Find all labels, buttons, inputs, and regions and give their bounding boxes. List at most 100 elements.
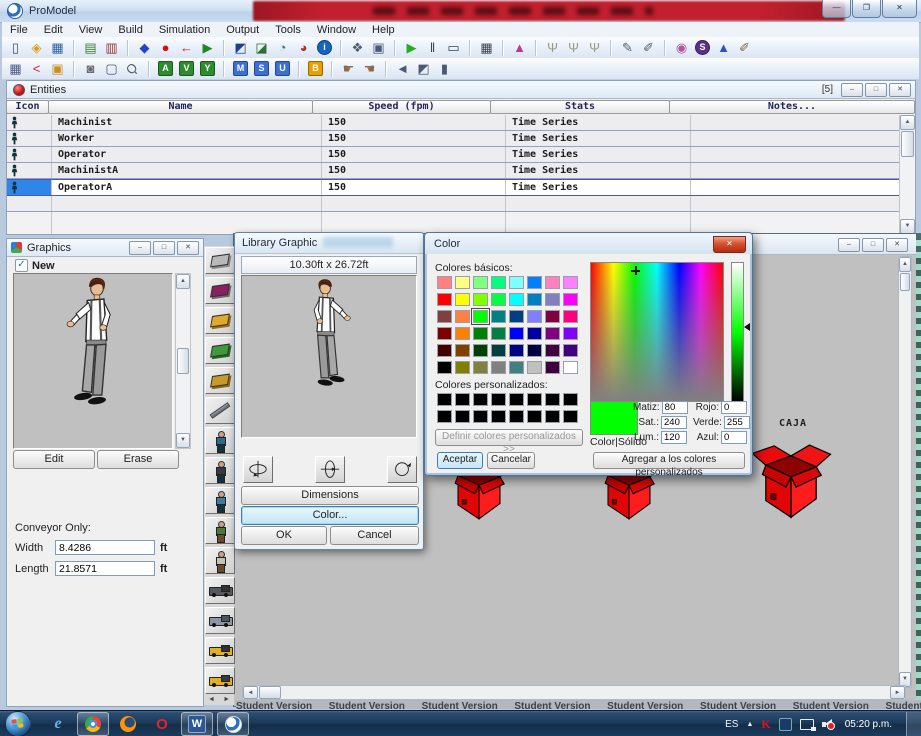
- scroll-up-button[interactable]: ▲: [176, 274, 190, 289]
- word-icon[interactable]: W: [181, 712, 213, 736]
- basic-color-swatch[interactable]: [491, 276, 506, 289]
- custom-color-swatch[interactable]: [563, 393, 578, 406]
- scroll-right-button[interactable]: ►: [890, 686, 905, 699]
- scroll-up-button[interactable]: ▲: [899, 257, 911, 272]
- rod-graphic-button[interactable]: [205, 397, 235, 424]
- graphics-preview-scrollbar[interactable]: ▲ ▼: [175, 273, 191, 449]
- basic-color-swatch[interactable]: [471, 308, 490, 325]
- basic-color-swatch[interactable]: [491, 327, 506, 340]
- forklift-graphic-button[interactable]: [205, 667, 235, 694]
- arrivals-icon[interactable]: ◪: [252, 39, 271, 57]
- basic-color-swatch[interactable]: [527, 310, 542, 323]
- column-header-icon[interactable]: Icon: [6, 100, 49, 114]
- table-cell[interactable]: Operator: [52, 147, 322, 162]
- graphic-preview[interactable]: [13, 273, 173, 449]
- entity-row-icon[interactable]: [7, 115, 52, 130]
- minimize-button[interactable]: —: [822, 0, 851, 18]
- pickup-graphic-button[interactable]: [205, 607, 235, 634]
- bills-of-material-icon[interactable]: B: [306, 60, 325, 78]
- pointer-tool-icon[interactable]: Ψ: [543, 39, 562, 57]
- length-input[interactable]: [55, 561, 155, 576]
- run-simulation-icon[interactable]: ▶: [402, 39, 421, 57]
- table-cell[interactable]: 150: [322, 147, 506, 162]
- zoom-to-fit-icon[interactable]: ▮: [435, 60, 454, 78]
- tile-windows-icon[interactable]: ◩: [414, 60, 433, 78]
- graphics-minimize-button[interactable]: –: [129, 240, 151, 255]
- custom-color-swatch[interactable]: [509, 393, 524, 406]
- custom-color-swatch[interactable]: [527, 393, 542, 406]
- basic-color-swatch[interactable]: [509, 361, 524, 374]
- table-row[interactable]: Machinist 150 Time Series: [7, 115, 899, 131]
- table-cell[interactable]: [506, 212, 691, 234]
- locations-icon[interactable]: ◆: [135, 39, 154, 57]
- graphics-titlebar[interactable]: Graphics – □ ✕: [7, 239, 203, 257]
- basic-color-swatch[interactable]: [473, 344, 488, 357]
- worker-dark-graphic-button[interactable]: [205, 457, 235, 484]
- arrays-icon[interactable]: Y: [198, 60, 217, 78]
- rotate-z-button[interactable]: [387, 456, 417, 483]
- dimensions-button[interactable]: Dimensions: [241, 486, 419, 505]
- carrier-box-graphic-button[interactable]: [205, 517, 235, 544]
- library-graphic-titlebar[interactable]: Library Graphic: [235, 233, 423, 254]
- table-cell[interactable]: MachinistA: [52, 163, 322, 178]
- menu-item-simulation[interactable]: Simulation: [151, 24, 218, 36]
- basic-color-swatch[interactable]: [509, 293, 524, 306]
- open-folder-icon[interactable]: ▣: [48, 60, 67, 78]
- rgb-input-rojo[interactable]: [721, 401, 747, 414]
- resources-icon[interactable]: ▶: [198, 39, 217, 57]
- width-input[interactable]: [55, 540, 155, 555]
- table-cell[interactable]: [7, 212, 52, 234]
- table-cell[interactable]: Time Series: [506, 115, 691, 130]
- table-row[interactable]: [7, 212, 899, 234]
- table-cell[interactable]: Machinist: [52, 115, 322, 130]
- custom-color-swatch[interactable]: [491, 393, 506, 406]
- basic-color-swatch[interactable]: [545, 361, 560, 374]
- chrome-icon[interactable]: [77, 712, 109, 736]
- basic-color-swatch[interactable]: [563, 361, 578, 374]
- table-cell[interactable]: 150: [322, 180, 506, 195]
- user-distributions-icon[interactable]: U: [273, 60, 292, 78]
- basic-color-swatch[interactable]: [473, 276, 488, 289]
- scroll-thumb[interactable]: [901, 131, 914, 157]
- menu-item-output[interactable]: Output: [218, 24, 267, 36]
- table-cell[interactable]: [691, 147, 899, 162]
- scenario-manager-icon[interactable]: ▣: [369, 39, 388, 57]
- rgb-input-azul[interactable]: [721, 431, 747, 444]
- table-row[interactable]: Operator 150 Time Series: [7, 147, 899, 163]
- basic-color-swatch[interactable]: [437, 327, 452, 340]
- basic-color-swatch[interactable]: [509, 310, 524, 323]
- menu-item-tools[interactable]: Tools: [267, 24, 309, 36]
- ok-button[interactable]: OK: [241, 526, 327, 545]
- promodel-taskbar-icon[interactable]: [217, 712, 249, 736]
- basic-color-swatch[interactable]: [455, 310, 470, 323]
- layout-minimize-button[interactable]: –: [838, 238, 860, 252]
- table-cell[interactable]: [52, 196, 322, 211]
- edit-notes-icon[interactable]: ✐: [639, 39, 658, 57]
- zoom-icon[interactable]: Ϙ: [123, 59, 142, 78]
- menu-item-edit[interactable]: Edit: [36, 24, 71, 36]
- macros-icon[interactable]: M: [231, 60, 250, 78]
- custom-color-swatch[interactable]: [473, 393, 488, 406]
- paint-region-icon[interactable]: ☛: [339, 60, 358, 78]
- table-cell[interactable]: [691, 212, 899, 234]
- custom-color-swatch[interactable]: [455, 410, 470, 423]
- basic-color-swatch[interactable]: [563, 293, 578, 306]
- titlebar[interactable]: ProModel — ❐ ✕: [0, 0, 921, 23]
- graphics-close-button[interactable]: ✕: [177, 240, 199, 255]
- scroll-down-button[interactable]: ▼: [176, 433, 190, 448]
- basic-color-swatch[interactable]: [437, 310, 452, 323]
- start-button[interactable]: [5, 711, 31, 736]
- stat-fit-icon[interactable]: ▲: [510, 39, 529, 57]
- table-cell[interactable]: [691, 196, 899, 211]
- rotate-x-button[interactable]: [243, 456, 273, 483]
- crate-graphic-button[interactable]: [205, 307, 235, 334]
- menu-item-file[interactable]: File: [2, 24, 36, 36]
- table-cell[interactable]: OperatorA: [52, 180, 322, 195]
- table-cell[interactable]: 150: [322, 115, 506, 130]
- kaspersky-tray-icon[interactable]: K: [761, 717, 770, 732]
- table-cell[interactable]: [7, 196, 52, 211]
- basic-color-swatch[interactable]: [545, 310, 560, 323]
- show-desktop-button[interactable]: [906, 712, 921, 736]
- add-to-custom-colors-button[interactable]: Agregar a los colores personalizados: [593, 452, 745, 478]
- views-icon[interactable]: ▢: [102, 60, 121, 78]
